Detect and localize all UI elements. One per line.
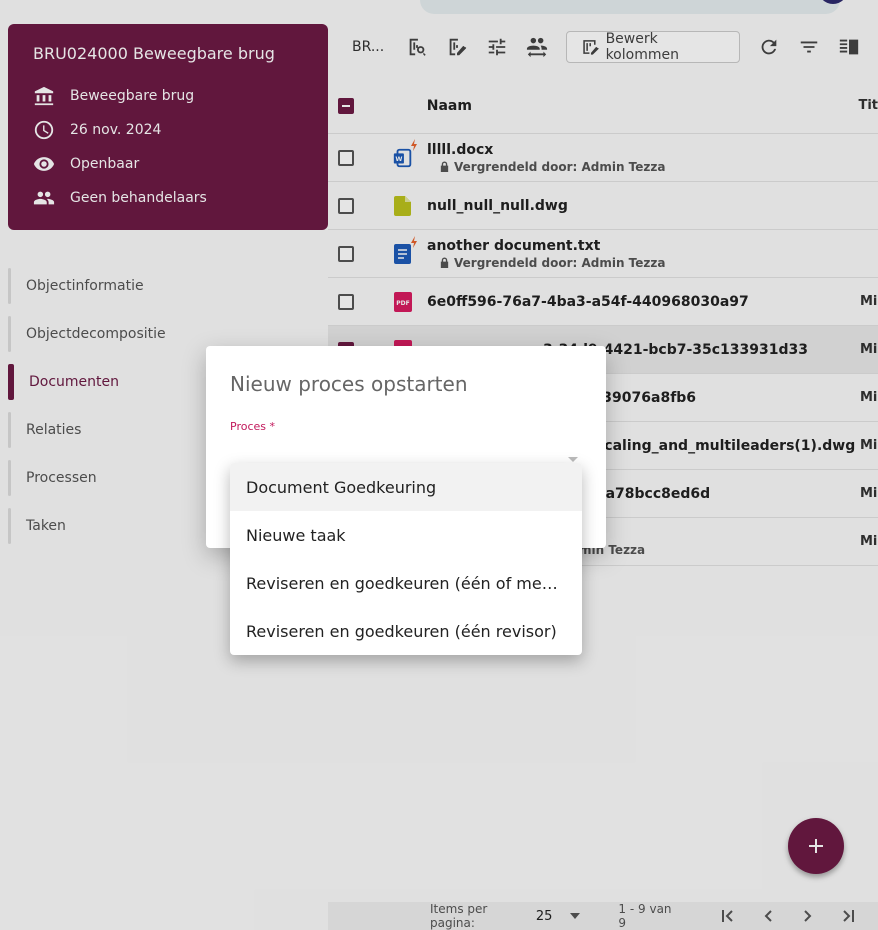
process-option[interactable]: Nieuwe taak: [230, 511, 582, 559]
process-option[interactable]: Reviseren en goedkeuren (één revisor): [230, 607, 582, 655]
dialog-title: Nieuw proces opstarten: [230, 372, 468, 396]
chevron-down-icon[interactable]: [568, 457, 578, 462]
process-option[interactable]: Reviseren en goedkeuren (één of meerdere…: [230, 559, 582, 607]
process-options-list: Document Goedkeuring Nieuwe taak Reviser…: [230, 463, 582, 655]
process-field-label: Proces *: [230, 420, 275, 433]
process-option[interactable]: Document Goedkeuring: [230, 463, 582, 511]
